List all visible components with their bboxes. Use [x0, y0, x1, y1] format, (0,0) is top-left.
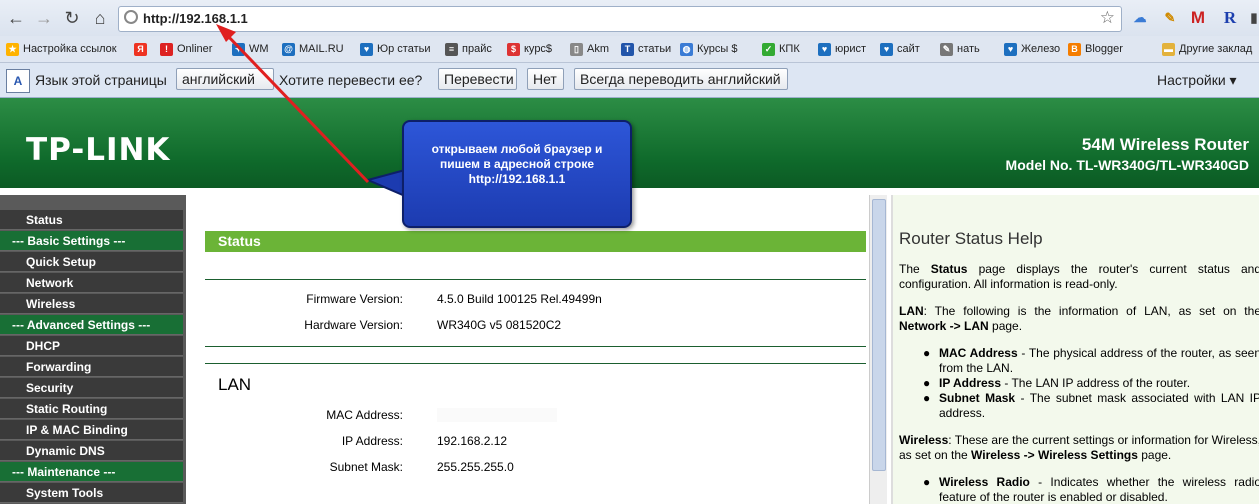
- red-arrow-line: [224, 32, 370, 184]
- annotation-overlay: [216, 24, 406, 198]
- callout-text: открываем любой браузер и пишем в адресн…: [412, 142, 622, 187]
- callout-tail: [364, 168, 406, 198]
- callout-line-1: открываем любой браузер и: [431, 142, 603, 156]
- annotation-callout: открываем любой браузер и пишем в адресн…: [402, 120, 632, 228]
- callout-line-3: http://192.168.1.1: [468, 172, 566, 186]
- callout-line-2: пишем в адресной строке: [439, 157, 595, 171]
